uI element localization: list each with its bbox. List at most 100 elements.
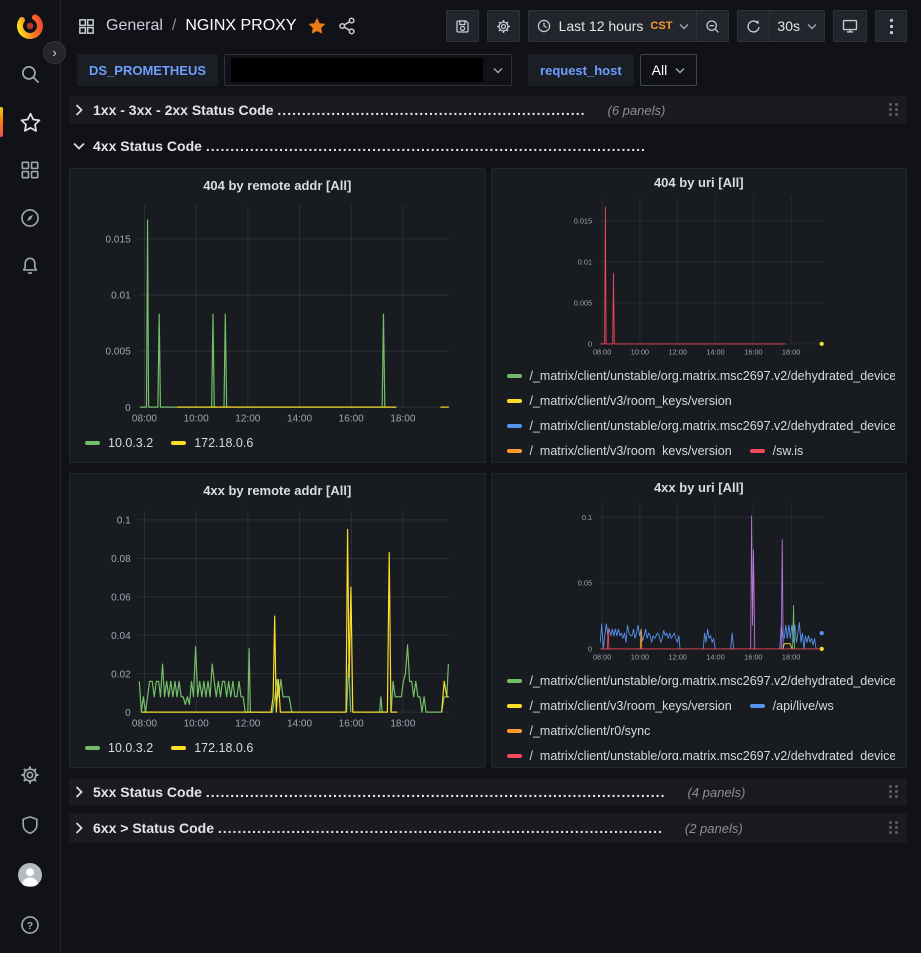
sidebar: ? bbox=[0, 0, 61, 953]
x-tick-label: 10:00 bbox=[630, 348, 648, 357]
legend-swatch bbox=[507, 424, 522, 428]
legend-item[interactable]: /api/live/ws bbox=[750, 699, 834, 713]
legend-swatch bbox=[507, 679, 522, 683]
avatar[interactable] bbox=[8, 859, 52, 891]
legend-item[interactable]: /_matrix/client/unstable/org.matrix.msc2… bbox=[507, 749, 896, 761]
legend-item[interactable]: /_matrix/client/v3/room_keys/version bbox=[507, 444, 732, 456]
x-tick-label: 08:00 bbox=[592, 653, 610, 662]
row-leader: ........................................… bbox=[218, 820, 663, 836]
x-tick-label: 18:00 bbox=[781, 653, 799, 662]
save-button[interactable] bbox=[446, 10, 479, 42]
legend-item[interactable]: /_matrix/client/unstable/org.matrix.msc2… bbox=[507, 419, 896, 433]
sidebar-item-dashboards[interactable] bbox=[8, 154, 52, 186]
legend-item[interactable]: 10.0.3.2 bbox=[85, 436, 153, 450]
legend-item[interactable]: 172.18.0.6 bbox=[171, 741, 253, 755]
dashboard-settings-button[interactable] bbox=[487, 10, 520, 42]
sidebar-item-explore[interactable] bbox=[8, 202, 52, 234]
sidebar-item-alerting[interactable] bbox=[8, 250, 52, 282]
panel-title[interactable]: 4xx by remote addr [All] bbox=[79, 479, 476, 503]
panel-grid: 404 by remote addr [All] 08:0010:0012:00… bbox=[69, 168, 907, 768]
legend-label: 172.18.0.6 bbox=[194, 741, 253, 755]
x-tick-label: 16:00 bbox=[744, 653, 762, 662]
row-panel-count: (2 panels) bbox=[685, 821, 743, 836]
chart-4xx-by-uri[interactable]: 08:0010:0012:0014:0016:0018:0000.050.1 bbox=[501, 496, 898, 664]
refresh-button[interactable] bbox=[737, 10, 770, 42]
y-tick-label: 0.01 bbox=[577, 258, 591, 267]
row-4xx[interactable]: 4xx Status Code ........................… bbox=[69, 132, 907, 160]
panel-title[interactable]: 4xx by uri [All] bbox=[501, 479, 898, 496]
row-1xx-3xx-2xx[interactable]: 1xx - 3xx - 2xx Status Code ............… bbox=[69, 96, 907, 124]
row-title: 1xx - 3xx - 2xx Status Code bbox=[93, 102, 274, 118]
apps-grid-icon[interactable] bbox=[77, 17, 96, 36]
x-tick-label: 16:00 bbox=[744, 348, 762, 357]
legend-item[interactable]: 10.0.3.2 bbox=[85, 741, 153, 755]
gear-icon[interactable] bbox=[8, 759, 52, 791]
shield-icon[interactable] bbox=[8, 809, 52, 841]
row-drag-handle[interactable] bbox=[889, 785, 899, 799]
legend-label: /_matrix/client/r0/sync bbox=[530, 724, 651, 738]
sidebar-expand-button[interactable]: › bbox=[43, 41, 66, 64]
request-host-variable-label: request_host bbox=[528, 54, 634, 86]
row-drag-handle[interactable] bbox=[889, 103, 899, 117]
chart-legend: 10.0.3.2 172.18.0.6 bbox=[79, 427, 476, 455]
zoom-out-button[interactable] bbox=[697, 10, 729, 42]
legend-item[interactable]: /_matrix/client/v3/room_keys/version bbox=[507, 699, 732, 713]
panel-title[interactable]: 404 by remote addr [All] bbox=[79, 174, 476, 198]
time-controls: Last 12 hours CST bbox=[528, 10, 730, 42]
more-menu-button[interactable] bbox=[875, 10, 907, 42]
datasource-variable-dropdown[interactable] bbox=[224, 54, 512, 86]
chart-404-by-uri[interactable]: 08:0010:0012:0014:0016:0018:0000.0050.01… bbox=[501, 191, 898, 359]
row-6xx[interactable]: 6xx > Status Code ......................… bbox=[69, 814, 907, 842]
legend-label: /_matrix/client/unstable/org.matrix.msc2… bbox=[530, 419, 896, 433]
chart-4xx-by-remote-addr[interactable]: 08:0010:0012:0014:0016:0018:0000.020.040… bbox=[79, 503, 476, 732]
legend-swatch bbox=[507, 399, 522, 403]
chart-legend: /_matrix/client/unstable/org.matrix.msc2… bbox=[501, 664, 898, 760]
sidebar-item-starred[interactable] bbox=[8, 106, 52, 138]
x-tick-label: 10:00 bbox=[184, 414, 210, 425]
legend-swatch bbox=[171, 441, 186, 445]
y-tick-label: 0.015 bbox=[573, 217, 591, 226]
chart-404-by-remote-addr[interactable]: 08:0010:0012:0014:0016:0018:0000.0050.01… bbox=[79, 198, 476, 427]
tv-mode-button[interactable] bbox=[833, 10, 867, 42]
chart-legend: 10.0.3.2 172.18.0.6 bbox=[79, 732, 476, 760]
y-tick-label: 0.1 bbox=[117, 515, 131, 526]
x-tick-label: 12:00 bbox=[235, 719, 261, 730]
legend-item[interactable]: /sw.js bbox=[750, 444, 804, 456]
breadcrumb-section[interactable]: General bbox=[106, 17, 163, 35]
chevron-right-icon bbox=[73, 786, 85, 798]
help-icon[interactable]: ? bbox=[8, 909, 52, 941]
panel-4xx-by-remote-addr: 4xx by remote addr [All] 08:0010:0012:00… bbox=[69, 473, 486, 768]
x-tick-label: 14:00 bbox=[287, 414, 313, 425]
row-drag-handle[interactable] bbox=[889, 821, 899, 835]
y-tick-label: 0.05 bbox=[577, 579, 591, 588]
series-line bbox=[782, 644, 791, 649]
series-line bbox=[140, 220, 177, 407]
legend-label: 10.0.3.2 bbox=[108, 436, 153, 450]
search-icon[interactable] bbox=[8, 58, 52, 90]
dashboard-title[interactable]: NGINX PROXY bbox=[185, 17, 296, 35]
main-area: General / NGINX PROXY bbox=[61, 0, 921, 953]
refresh-interval-button[interactable]: 30s bbox=[770, 10, 825, 42]
series-line bbox=[391, 645, 448, 712]
chevron-right-icon bbox=[73, 104, 85, 116]
panel-title[interactable]: 404 by uri [All] bbox=[501, 174, 898, 191]
legend-item[interactable]: /_matrix/client/unstable/org.matrix.msc2… bbox=[507, 369, 896, 383]
legend-item[interactable]: /_matrix/client/v3/room_keys/version bbox=[507, 394, 732, 408]
grafana-logo-icon[interactable] bbox=[8, 10, 52, 42]
x-tick-label: 18:00 bbox=[781, 348, 799, 357]
legend-item[interactable]: /_matrix/client/r0/sync bbox=[507, 724, 651, 738]
row-title: 4xx Status Code bbox=[93, 138, 202, 154]
star-filled-icon[interactable] bbox=[307, 16, 327, 36]
legend-item[interactable]: /_matrix/client/unstable/org.matrix.msc2… bbox=[507, 674, 896, 688]
time-picker-button[interactable]: Last 12 hours CST bbox=[528, 10, 698, 42]
row-panel-count: (6 panels) bbox=[607, 103, 665, 118]
x-tick-label: 08:00 bbox=[132, 719, 158, 730]
x-tick-label: 16:00 bbox=[339, 414, 365, 425]
y-tick-label: 0 bbox=[587, 645, 591, 654]
share-icon[interactable] bbox=[337, 16, 357, 36]
legend-item[interactable]: 172.18.0.6 bbox=[171, 436, 253, 450]
request-host-variable-dropdown[interactable]: All bbox=[640, 54, 698, 86]
row-5xx[interactable]: 5xx Status Code ........................… bbox=[69, 778, 907, 806]
series-line bbox=[703, 630, 715, 650]
grafana-app: ? › General / NGINX PROXY bbox=[0, 0, 921, 953]
